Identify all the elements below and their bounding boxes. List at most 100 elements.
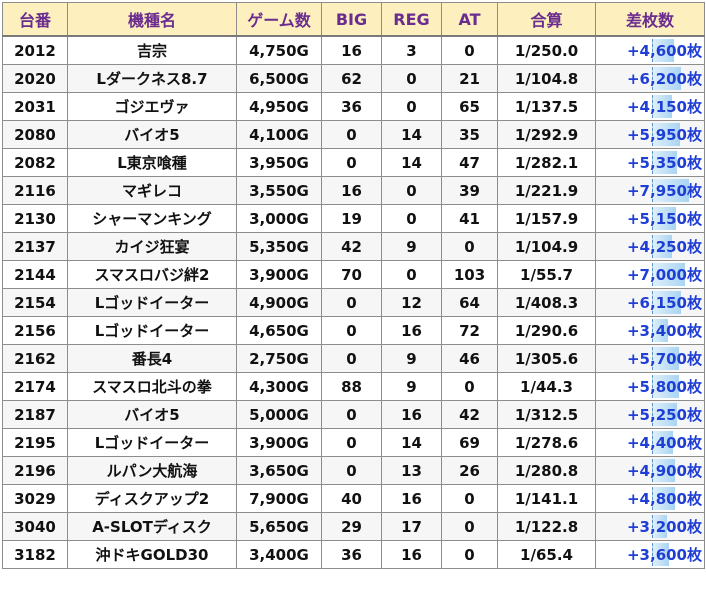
header-reg: REG [381, 2, 442, 37]
cell-unit: 3182 [2, 540, 68, 569]
header-games: ゲーム数 [236, 2, 322, 37]
cell-games: 3,400G [236, 540, 322, 569]
cell-at: 69 [441, 428, 498, 457]
cell-model: スマスロ北斗の拳 [67, 372, 237, 401]
cell-model: 吉宗 [67, 35, 237, 65]
cell-unit: 3029 [2, 484, 68, 513]
cell-total: 1/104.8 [497, 64, 596, 93]
cell-model: バイオ5 [67, 120, 237, 149]
cell-reg: 12 [381, 288, 442, 317]
cell-at: 64 [441, 288, 498, 317]
table-row: 2187 バイオ5 5,000G 0 16 42 1/312.5 +5,250枚 [2, 400, 705, 429]
cell-model: マギレコ [67, 176, 237, 205]
cell-big: 88 [321, 372, 382, 401]
cell-total: 1/44.3 [497, 372, 596, 401]
cell-reg: 0 [381, 260, 442, 289]
diff-value: +6,150枚 [626, 294, 702, 312]
cell-reg: 3 [381, 35, 442, 65]
cell-total: 1/157.9 [497, 204, 596, 233]
cell-games: 5,350G [236, 232, 322, 261]
cell-games: 5,000G [236, 400, 322, 429]
cell-model: 沖ドキGOLD30 [67, 540, 237, 569]
cell-diff: +4,250枚 [595, 232, 705, 261]
cell-reg: 16 [381, 316, 442, 345]
cell-diff: +4,400枚 [595, 428, 705, 457]
cell-big: 0 [321, 428, 382, 457]
cell-model: スマスロバジ絆2 [67, 260, 237, 289]
table-row: 2020 Lダークネス8.7 6,500G 62 0 21 1/104.8 +6,200枚 [2, 64, 705, 93]
table-row: 2116 マギレコ 3,550G 16 0 39 1/221.9 +7,950枚 [2, 176, 705, 205]
cell-big: 40 [321, 484, 382, 513]
cell-games: 3,900G [236, 428, 322, 457]
cell-unit: 2187 [2, 400, 68, 429]
table-row: 2130 シャーマンキング 3,000G 19 0 41 1/157.9 +5,150枚 [2, 204, 705, 233]
header-at: AT [441, 2, 498, 37]
table-row: 2012 吉宗 4,750G 16 3 0 1/250.0 +4,600枚 [2, 35, 705, 65]
cell-total: 1/104.9 [497, 232, 596, 261]
cell-big: 16 [321, 35, 382, 65]
cell-model: バイオ5 [67, 400, 237, 429]
cell-games: 4,650G [236, 316, 322, 345]
cell-reg: 16 [381, 540, 442, 569]
cell-unit: 2012 [2, 35, 68, 65]
cell-big: 19 [321, 204, 382, 233]
cell-games: 7,900G [236, 484, 322, 513]
cell-total: 1/221.9 [497, 176, 596, 205]
cell-reg: 0 [381, 92, 442, 121]
table-row: 2162 番長4 2,750G 0 9 46 1/305.6 +5,700枚 [2, 344, 705, 373]
table-header: 台番 機種名 ゲーム数 BIG REG AT 合算 差枚数 [2, 2, 705, 37]
cell-big: 16 [321, 176, 382, 205]
cell-unit: 2020 [2, 64, 68, 93]
cell-diff: +3,600枚 [595, 540, 705, 569]
cell-games: 3,550G [236, 176, 322, 205]
diff-value: +5,800枚 [626, 378, 702, 396]
cell-at: 72 [441, 316, 498, 345]
diff-value: +6,200枚 [626, 70, 702, 88]
header-row: 台番 機種名 ゲーム数 BIG REG AT 合算 差枚数 [2, 2, 705, 37]
cell-reg: 14 [381, 428, 442, 457]
cell-total: 1/55.7 [497, 260, 596, 289]
cell-games: 3,900G [236, 260, 322, 289]
cell-diff: +5,150枚 [595, 204, 705, 233]
cell-at: 42 [441, 400, 498, 429]
diff-value: +4,800枚 [626, 490, 702, 508]
diff-value: +5,350枚 [626, 154, 702, 172]
diff-value: +5,700枚 [626, 350, 702, 368]
cell-unit: 2174 [2, 372, 68, 401]
cell-games: 4,950G [236, 92, 322, 121]
cell-unit: 2196 [2, 456, 68, 485]
cell-total: 1/250.0 [497, 35, 596, 65]
cell-unit: 2137 [2, 232, 68, 261]
cell-games: 2,750G [236, 344, 322, 373]
cell-reg: 9 [381, 232, 442, 261]
cell-diff: +4,900枚 [595, 456, 705, 485]
cell-model: Lダークネス8.7 [67, 64, 237, 93]
cell-model: カイジ狂宴 [67, 232, 237, 261]
cell-model: ディスクアップ2 [67, 484, 237, 513]
cell-at: 0 [441, 484, 498, 513]
cell-model: Lゴッドイーター [67, 316, 237, 345]
cell-diff: +5,950枚 [595, 120, 705, 149]
table-row: 2031 ゴジエヴァ 4,950G 36 0 65 1/137.5 +4,150枚 [2, 92, 705, 121]
cell-diff: +5,800枚 [595, 372, 705, 401]
cell-games: 3,950G [236, 148, 322, 177]
diff-value: +7,000枚 [626, 266, 702, 284]
cell-big: 36 [321, 540, 382, 569]
table-row: 2080 バイオ5 4,100G 0 14 35 1/292.9 +5,950枚 [2, 120, 705, 149]
table-body: 2012 吉宗 4,750G 16 3 0 1/250.0 +4,600枚 2020 Lダークネス… [2, 35, 705, 569]
diff-value: +4,150枚 [626, 98, 702, 116]
cell-unit: 2156 [2, 316, 68, 345]
cell-games: 4,900G [236, 288, 322, 317]
table-row: 2082 L東京喰種 3,950G 0 14 47 1/282.1 +5,350枚 [2, 148, 705, 177]
table-row: 2137 カイジ狂宴 5,350G 42 9 0 1/104.9 +4,250枚 [2, 232, 705, 261]
diff-value: +5,150枚 [626, 210, 702, 228]
cell-at: 35 [441, 120, 498, 149]
cell-games: 3,000G [236, 204, 322, 233]
diff-value: +4,250枚 [626, 238, 702, 256]
cell-unit: 2082 [2, 148, 68, 177]
cell-big: 0 [321, 316, 382, 345]
cell-unit: 3040 [2, 512, 68, 541]
cell-big: 0 [321, 120, 382, 149]
cell-big: 36 [321, 92, 382, 121]
cell-at: 47 [441, 148, 498, 177]
